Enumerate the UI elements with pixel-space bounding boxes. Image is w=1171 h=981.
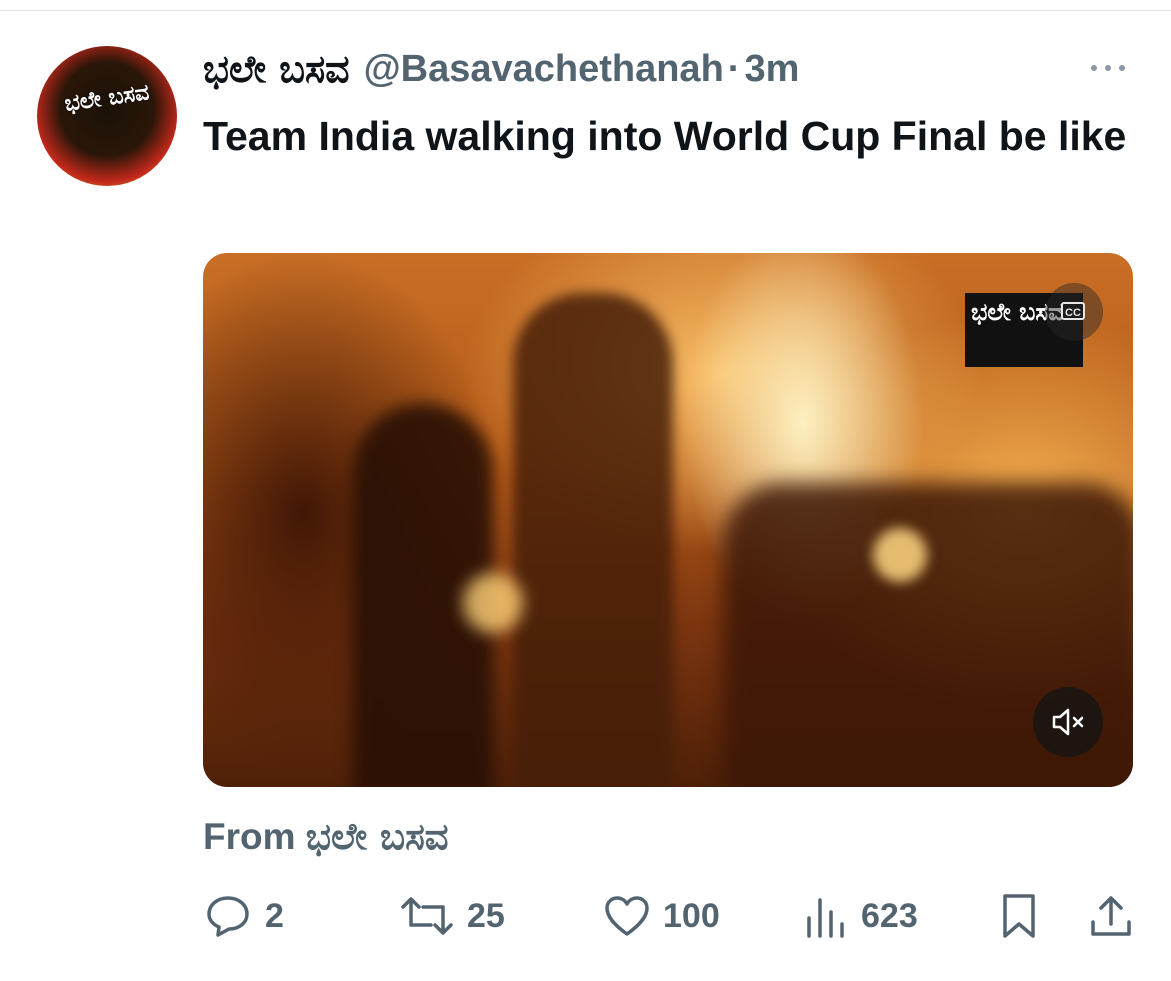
- separator-dot: ·: [727, 47, 741, 90]
- more-options-icon[interactable]: [1085, 54, 1131, 82]
- like-count: 100: [663, 896, 720, 935]
- reply-button[interactable]: 2: [203, 890, 284, 942]
- repost-icon: [401, 897, 453, 935]
- avatar-logo-text: ಭಲೇ ಬಸವ: [63, 80, 151, 117]
- video-frame-glow: [463, 573, 523, 633]
- speaker-muted-icon: [1052, 708, 1084, 736]
- reply-count: 2: [265, 896, 284, 935]
- captions-button[interactable]: CC: [1045, 283, 1103, 341]
- avatar[interactable]: ಭಲೇ ಬಸವ: [37, 46, 177, 186]
- share-button[interactable]: [1087, 890, 1135, 942]
- like-button[interactable]: 100: [603, 890, 720, 942]
- share-icon: [1091, 896, 1131, 936]
- display-name[interactable]: ಭಲೇ ಬಸವ: [203, 47, 350, 92]
- tweet-actions-bar: 2 25 100 623: [203, 890, 1143, 942]
- bookmark-button[interactable]: [999, 890, 1039, 942]
- heart-icon: [605, 896, 649, 936]
- captions-icon: CC: [1061, 302, 1085, 320]
- reply-icon: [207, 896, 249, 937]
- repost-button[interactable]: 25: [399, 890, 505, 942]
- media-source-line: From ಭಲೇ ಬಸವ: [203, 815, 449, 859]
- user-handle[interactable]: @Basavachethanah: [364, 48, 724, 91]
- view-count: 623: [861, 896, 918, 935]
- video-frame-shape: [513, 293, 673, 787]
- video-player[interactable]: ಭಲೇ ಬಸವ CC: [203, 253, 1133, 787]
- tweet-text: Team India walking into World Cup Final …: [203, 113, 1127, 159]
- video-frame-glow: [873, 528, 927, 582]
- views-chart-icon: [807, 898, 844, 938]
- top-divider: [0, 10, 1171, 11]
- tweet-header: ಭಲೇ ಬಸವ @Basavachethanah · 3m: [203, 44, 799, 94]
- repost-count: 25: [467, 896, 505, 935]
- mute-button[interactable]: [1033, 687, 1103, 757]
- views-button[interactable]: 623: [803, 890, 918, 942]
- timestamp[interactable]: 3m: [744, 48, 799, 91]
- bookmark-icon: [1003, 894, 1035, 938]
- source-account-link[interactable]: ಭಲೇ ಬಸವ: [306, 815, 449, 858]
- from-prefix: From: [203, 816, 296, 857]
